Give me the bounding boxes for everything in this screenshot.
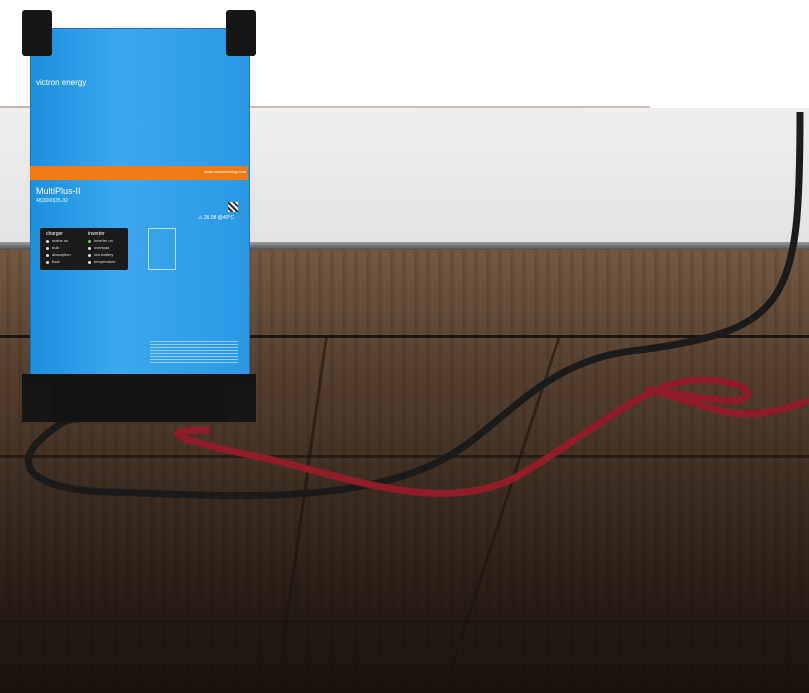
inverter-item: inverter on	[94, 238, 113, 243]
status-led	[88, 247, 91, 250]
corner-guard	[22, 10, 52, 56]
wiring-diagram-icon	[148, 228, 176, 270]
unit-base	[22, 374, 256, 422]
charger-item: mains on	[52, 238, 69, 243]
charger-item: absorption	[52, 252, 71, 257]
inverter-charger-unit: victron energy www.victronenergy.com Mul…	[22, 10, 256, 422]
status-led	[46, 247, 49, 250]
inverter-label: inverter	[88, 231, 105, 237]
status-led-green	[88, 240, 91, 243]
charger-item: float	[52, 259, 60, 264]
brand-logo: victron energy	[36, 78, 87, 87]
rating-label	[150, 341, 238, 365]
warning-text: ⚠ 26.08 @40°C	[198, 215, 235, 221]
red-cable	[174, 376, 809, 497]
model-title: MultiPlus-II	[36, 186, 81, 196]
charger-item: bulk	[52, 245, 60, 250]
inverter-item: low battery	[94, 252, 114, 257]
model-spec: 48|3000|35-32	[36, 198, 69, 204]
corner-guard	[22, 384, 52, 422]
status-led	[46, 261, 49, 264]
charger-label: charger	[46, 231, 63, 237]
product-photo-scene: victron energy www.victronenergy.com Mul…	[0, 0, 809, 693]
status-led	[88, 261, 91, 264]
orange-band-text: www.victronenergy.com	[204, 169, 246, 174]
status-led	[46, 240, 49, 243]
status-led	[88, 254, 91, 257]
inverter-item: overload	[94, 245, 110, 250]
front-panel: charger inverter mains on bulk absorptio…	[40, 228, 128, 270]
inverter-item: temperature	[94, 259, 116, 264]
corner-guard	[226, 10, 256, 56]
status-led	[46, 254, 49, 257]
qr-code	[228, 202, 238, 212]
corner-guard	[226, 384, 256, 422]
